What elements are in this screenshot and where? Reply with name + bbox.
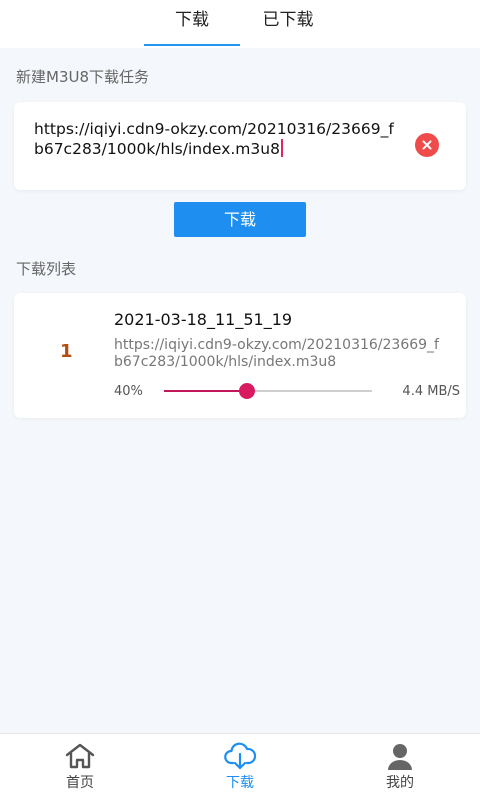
item-name: 2021-03-18_11_51_19 [114,310,293,329]
nav-mine[interactable]: 我的 [320,734,480,801]
nav-home-label: 首页 [66,775,94,791]
item-speed: 4.4 MB/S [402,384,460,399]
tab-downloaded[interactable]: 已下载 [240,0,336,48]
download-list-item[interactable]: 1 2021-03-18_11_51_19 https://iqiyi.cdn9… [14,293,466,418]
nav-home[interactable]: 首页 [0,734,160,801]
nav-download-label: 下载 [226,775,254,791]
text-cursor [280,139,283,157]
download-button[interactable]: 下载 [174,202,306,237]
active-tab-indicator [144,44,240,46]
item-url: https://iqiyi.cdn9-okzy.com/20210316/236… [114,337,439,370]
progress-slider[interactable] [164,383,372,399]
nav-download[interactable]: 下载 [160,734,320,801]
nav-mine-label: 我的 [386,775,414,791]
item-index: 1 [60,341,73,362]
url-input-card: https://iqiyi.cdn9-okzy.com/20210316/236… [14,102,466,190]
url-input[interactable]: https://iqiyi.cdn9-okzy.com/20210316/236… [34,119,394,159]
cloud-download-icon [224,742,256,770]
download-list-label: 下载列表 [16,260,77,278]
url-input-value: https://iqiyi.cdn9-okzy.com/20210316/236… [34,120,394,158]
clear-icon[interactable] [415,133,439,157]
new-task-label: 新建M3U8下载任务 [16,68,150,86]
tab-download[interactable]: 下载 [144,0,240,48]
top-tab-bar: 下载 已下载 [0,0,480,48]
bottom-nav: 首页 下载 我的 [0,733,480,801]
item-progress-percent: 40% [114,384,143,399]
progress-fill [164,390,248,392]
user-icon [388,744,412,770]
progress-thumb[interactable] [239,383,256,399]
home-icon [65,743,95,769]
